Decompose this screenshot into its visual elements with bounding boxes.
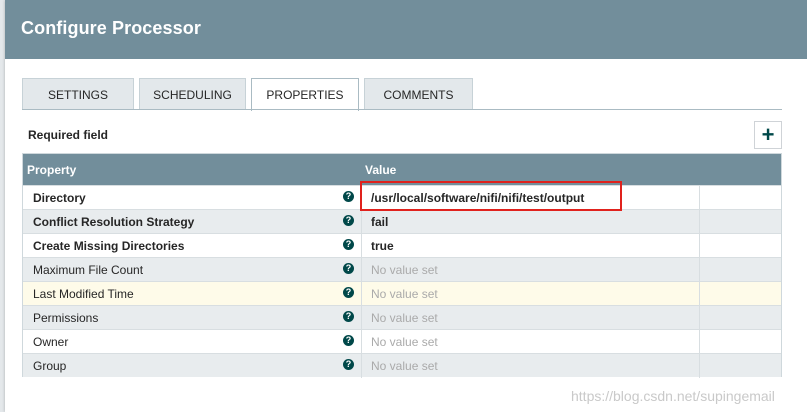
property-name: Maximum File Count [33, 263, 144, 277]
property-name: Owner [33, 335, 69, 349]
table-row[interactable]: Conflict Resolution Strategy? fail [23, 209, 781, 234]
tab-divider [22, 109, 782, 110]
question-circle-icon[interactable]: ? [343, 287, 354, 298]
plus-icon: + [761, 122, 775, 147]
column-divider [361, 258, 362, 282]
property-value[interactable]: No value set [371, 335, 438, 349]
required-field-label: Required field [28, 128, 109, 142]
property-name: Permissions [33, 311, 99, 325]
column-divider [361, 210, 362, 234]
property-value[interactable]: No value set [371, 287, 438, 301]
property-name: Group [33, 359, 67, 373]
actions-divider [699, 330, 700, 354]
question-circle-icon[interactable]: ? [343, 359, 354, 370]
watermark: https://blog.csdn.net/supingemail [571, 388, 775, 404]
property-value[interactable]: No value set [371, 359, 438, 373]
actions-divider [699, 210, 700, 234]
table-row[interactable]: Create Missing Directories? true [23, 233, 781, 258]
add-property-button[interactable]: + [754, 121, 782, 149]
question-circle-icon[interactable]: ? [343, 311, 354, 322]
column-divider [361, 354, 362, 378]
property-value[interactable]: fail [371, 215, 388, 229]
table-row[interactable]: Group? No value set [23, 353, 781, 378]
actions-divider [699, 354, 700, 378]
table-row[interactable]: Last Modified Time? No value set [23, 281, 781, 306]
actions-divider [699, 234, 700, 258]
tab-scheduling[interactable]: SCHEDULING [139, 78, 246, 110]
column-divider [361, 306, 362, 330]
table-row[interactable]: Permissions? No value set [23, 305, 781, 330]
column-header-value[interactable]: Value [365, 163, 396, 177]
actions-divider [699, 186, 700, 210]
table-row[interactable]: Owner? No value set [23, 329, 781, 354]
question-circle-icon[interactable]: ? [343, 263, 354, 274]
property-name: Create Missing Directories [33, 239, 185, 253]
column-divider [361, 330, 362, 354]
property-name: Conflict Resolution Strategy [33, 215, 195, 229]
question-circle-icon[interactable]: ? [343, 239, 354, 250]
actions-divider [699, 282, 700, 306]
property-name: Directory [33, 191, 86, 205]
column-divider [361, 282, 362, 306]
actions-divider [699, 306, 700, 330]
property-value[interactable]: true [371, 239, 394, 253]
property-name: Last Modified Time [33, 287, 134, 301]
tab-settings[interactable]: SETTINGS [22, 78, 134, 110]
column-header-property[interactable]: Property [27, 163, 76, 177]
dialog-title: Configure Processor [21, 18, 201, 38]
configure-processor-dialog: Configure Processor SETTINGS SCHEDULING … [5, 0, 807, 412]
question-circle-icon[interactable]: ? [343, 215, 354, 226]
tab-properties[interactable]: PROPERTIES [251, 78, 359, 111]
actions-divider [699, 258, 700, 282]
table-row[interactable]: Maximum File Count? No value set [23, 257, 781, 282]
annotation-highlight-box [360, 181, 622, 211]
question-circle-icon[interactable]: ? [343, 191, 354, 202]
column-divider [361, 234, 362, 258]
tab-comments[interactable]: COMMENTS [364, 78, 473, 110]
property-value[interactable]: No value set [371, 263, 438, 277]
property-value[interactable]: No value set [371, 311, 438, 325]
dialog-header: Configure Processor [5, 0, 807, 59]
question-circle-icon[interactable]: ? [343, 335, 354, 346]
